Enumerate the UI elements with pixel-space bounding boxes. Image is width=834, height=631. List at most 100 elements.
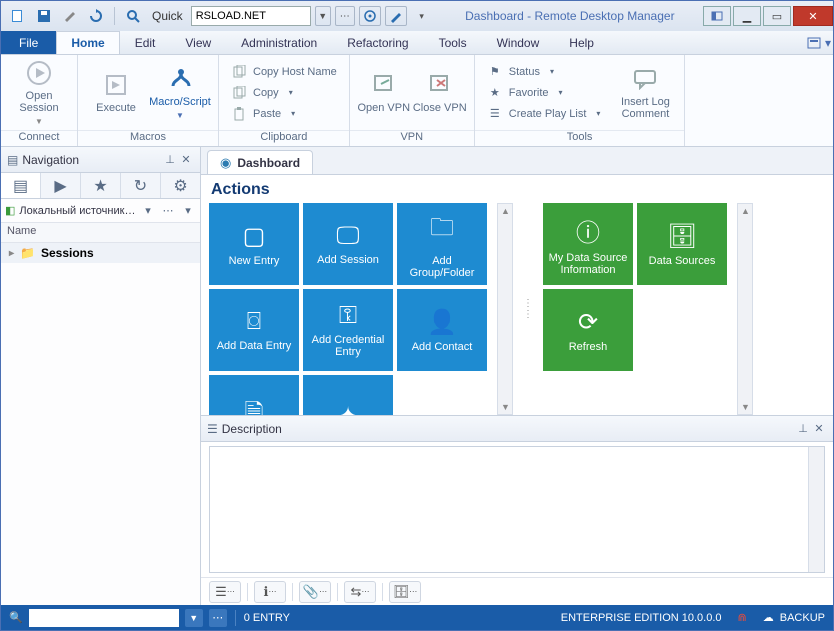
nav-tab-recent-icon[interactable]: ↻	[121, 173, 161, 198]
actions-header: Actions	[201, 175, 833, 203]
tab-view[interactable]: View	[170, 31, 226, 54]
execute-icon	[102, 71, 130, 99]
desc-share-icon[interactable]: ⇆⋯	[344, 581, 376, 603]
file-menu[interactable]: File	[1, 31, 56, 54]
vpn-open-icon	[370, 71, 398, 99]
splitter-handle[interactable]: ⋮⋮	[523, 203, 533, 415]
star-icon: ★	[487, 85, 503, 101]
desc-pin-icon[interactable]: ⊥	[795, 422, 811, 435]
folder-icon: 📁	[20, 246, 35, 260]
tile-add-session[interactable]: 🖵Add Session	[303, 203, 393, 285]
quick-more-icon[interactable]: ⋯	[335, 6, 355, 26]
quick-brush-icon[interactable]	[385, 6, 407, 26]
status-search-input[interactable]	[29, 609, 179, 627]
qat-refresh-icon[interactable]	[85, 5, 107, 27]
nav-tab-play-icon[interactable]: ▶	[41, 173, 81, 198]
paste-button[interactable]: Paste▾	[225, 104, 343, 124]
datasource-dropdown-icon[interactable]: ▾	[140, 204, 156, 217]
qat-edit-icon[interactable]	[59, 5, 81, 27]
window-title: Dashboard - Remote Desktop Manager	[439, 9, 701, 23]
favorite-button[interactable]: ★Favorite▾	[481, 83, 607, 103]
copy-host-button[interactable]: Copy Host Name	[225, 62, 343, 82]
quick-dropdown-icon[interactable]: ▼	[315, 6, 331, 26]
name-column-header[interactable]: Name	[1, 223, 200, 243]
open-vpn-button[interactable]: Open VPN	[356, 58, 412, 128]
tree-node-sessions[interactable]: ▸ 📁 Sessions	[1, 243, 200, 263]
qat-new-icon[interactable]	[7, 5, 29, 27]
tab-edit[interactable]: Edit	[120, 31, 171, 54]
paste-icon	[231, 106, 247, 122]
maximize-button[interactable]: ▭	[763, 6, 791, 26]
status-backup[interactable]: ☁BACKUP	[755, 605, 833, 630]
tile-add-contact[interactable]: 👤Add Contact	[397, 289, 487, 371]
qat-save-icon[interactable]	[33, 5, 55, 27]
desc-attach-icon[interactable]: 📎⋯	[299, 581, 331, 603]
desc-info-icon[interactable]: ℹ⋯	[254, 581, 286, 603]
status-search-dropdown[interactable]: ▼	[185, 609, 203, 627]
window-help-icon[interactable]	[703, 6, 731, 26]
minimize-button[interactable]: ▁	[733, 6, 761, 26]
tile-extra-2[interactable]: ✦	[303, 375, 393, 415]
datasource-selector[interactable]: ◧ Локальный источник д... ▾ ⋯ ▾	[1, 199, 200, 223]
nav-tab-settings-icon[interactable]: ⚙	[161, 173, 200, 198]
status-button[interactable]: ⚑Status▾	[481, 62, 607, 82]
tab-tools[interactable]: Tools	[424, 31, 482, 54]
qat-overflow-icon[interactable]: ▾	[411, 5, 433, 27]
nav-tab-list-icon[interactable]: ▤	[1, 173, 41, 198]
tab-refactoring[interactable]: Refactoring	[332, 31, 423, 54]
desc-db-icon[interactable]: 🗄⋯	[389, 581, 421, 603]
script-icon	[166, 65, 194, 93]
person-icon: 👤	[427, 308, 457, 337]
quick-target-icon[interactable]	[359, 6, 381, 26]
copy-button[interactable]: Copy▾	[225, 83, 343, 103]
actions-area: Actions ▢New Entry 🖵Add Session 🗀Add Gro…	[201, 175, 833, 415]
desc-list-icon[interactable]: ☰⋯	[209, 581, 241, 603]
magnet-icon[interactable]: ⋒	[738, 611, 747, 624]
list-icon: ☰	[487, 106, 503, 122]
tab-dashboard[interactable]: ◉ Dashboard	[207, 150, 313, 174]
tile-add-data-entry[interactable]: ⌼Add Data Entry	[209, 289, 299, 371]
blue-scroll[interactable]	[497, 203, 513, 415]
green-scroll[interactable]	[737, 203, 753, 415]
tile-add-group[interactable]: 🗀Add Group/Folder	[397, 203, 487, 285]
datasource-more-icon[interactable]: ⋯	[160, 204, 176, 217]
macro-script-button[interactable]: Macro/Script ▼	[148, 58, 212, 128]
tile-new-entry[interactable]: ▢New Entry	[209, 203, 299, 285]
execute-button[interactable]: Execute	[84, 58, 148, 128]
play-circle-icon	[25, 59, 53, 87]
description-scrollbar[interactable]	[808, 447, 824, 572]
chevron-right-icon: ▸	[9, 248, 14, 259]
status-search-icon[interactable]: 🔍	[9, 611, 23, 624]
desc-close-icon[interactable]: ✕	[811, 422, 827, 435]
quick-search-input[interactable]	[191, 6, 311, 26]
tile-data-sources[interactable]: 🗄Data Sources	[637, 203, 727, 285]
close-panel-icon[interactable]: ✕	[178, 153, 194, 166]
tile-refresh[interactable]: ⟳Refresh	[543, 289, 633, 371]
tab-home[interactable]: Home	[56, 31, 119, 54]
datasource-overflow-icon[interactable]: ▾	[180, 204, 196, 217]
env-dropdown[interactable]: ▾	[805, 31, 833, 54]
nav-tab-star-icon[interactable]: ★	[81, 173, 121, 198]
close-button[interactable]: ✕	[793, 6, 833, 26]
open-session-button[interactable]: Open Session ▼	[7, 58, 71, 128]
tab-help[interactable]: Help	[554, 31, 609, 54]
tab-window[interactable]: Window	[482, 31, 555, 54]
description-title: Description	[222, 422, 282, 436]
pin-icon[interactable]: ⊥	[162, 153, 178, 166]
tile-add-credential[interactable]: ⚿Add Credential Entry	[303, 289, 393, 371]
content-area: ◉ Dashboard Actions ▢New Entry 🖵Add Sess…	[201, 147, 833, 605]
playlist-button[interactable]: ☰Create Play List▾	[481, 104, 607, 124]
close-vpn-button[interactable]: Close VPN	[412, 58, 468, 128]
status-entry-count: 0 ENTRY	[236, 605, 298, 630]
description-body[interactable]	[209, 446, 825, 573]
status-search-more[interactable]: ⋯	[209, 609, 227, 627]
description-panel: ☰ Description ⊥ ✕ ☰⋯ ℹ⋯ 📎⋯ ⇆⋯ 🗄⋯	[201, 415, 833, 605]
refresh-icon: ⟳	[578, 308, 598, 337]
insert-log-button[interactable]: Insert Log Comment	[612, 58, 678, 128]
search-icon[interactable]	[122, 5, 144, 27]
blue-tiles: ▢New Entry 🖵Add Session 🗀Add Group/Folde…	[209, 203, 487, 415]
tile-datasource-info[interactable]: ⓘMy Data Source Information	[543, 203, 633, 285]
tile-extra-1[interactable]: 🗎	[209, 375, 299, 415]
tab-administration[interactable]: Administration	[226, 31, 332, 54]
quick-label: Quick	[152, 9, 183, 23]
